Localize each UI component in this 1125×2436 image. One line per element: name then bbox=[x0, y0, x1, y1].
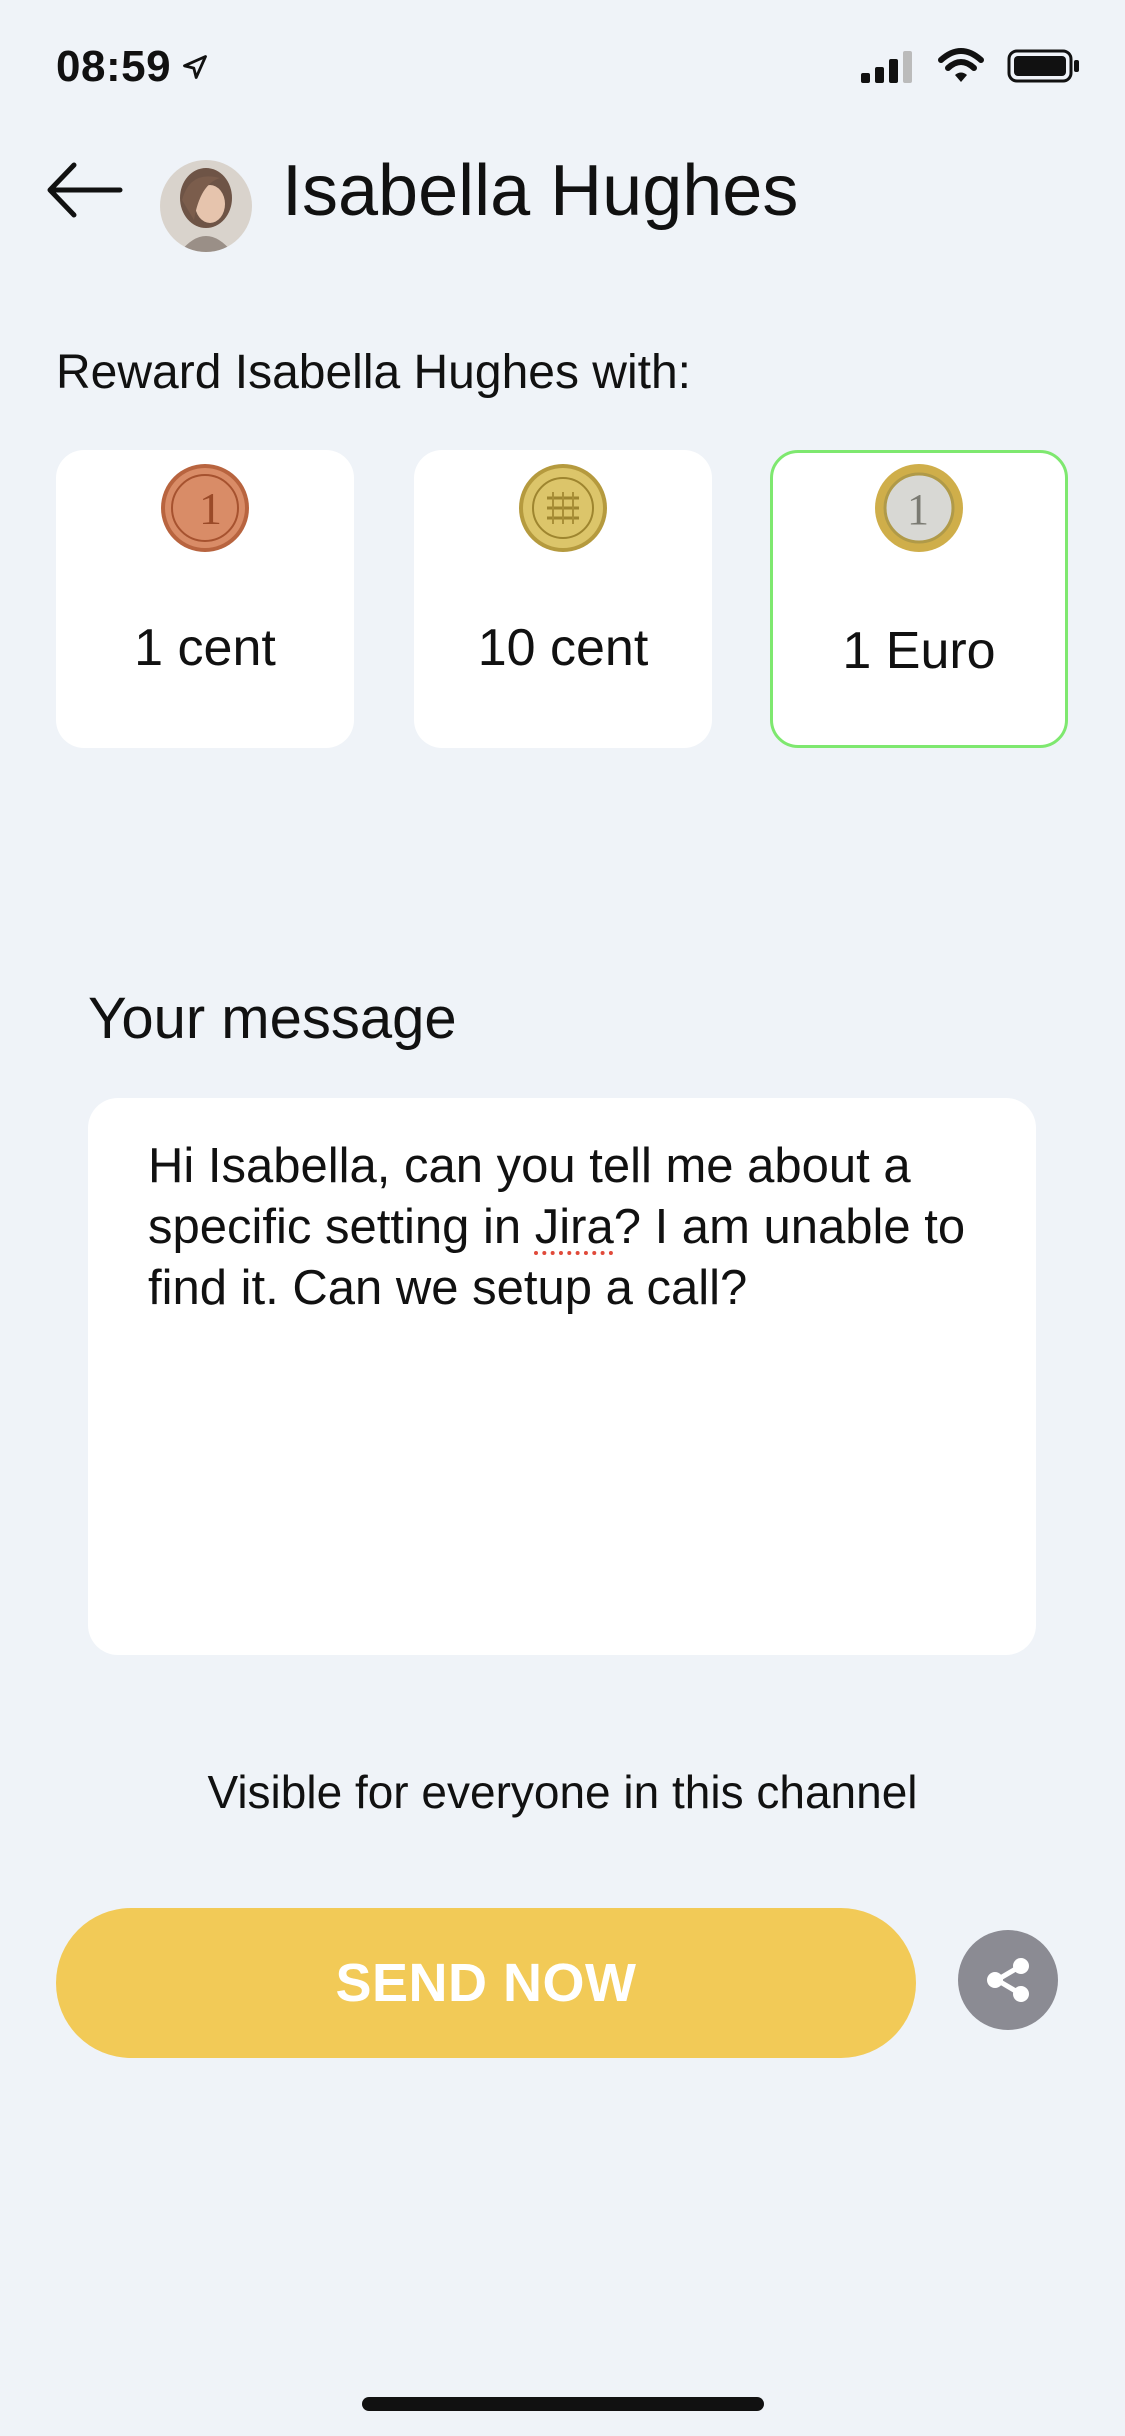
reward-option-label: 10 cent bbox=[477, 619, 649, 677]
copper-coin-icon: 1 bbox=[161, 464, 249, 552]
message-heading: Your message bbox=[88, 986, 457, 1051]
wifi-icon bbox=[938, 48, 984, 82]
arrow-left-icon bbox=[47, 162, 123, 218]
back-button[interactable] bbox=[44, 155, 134, 225]
send-now-button[interactable]: SEND NOW bbox=[56, 1908, 916, 2058]
avatar[interactable] bbox=[160, 160, 252, 252]
reward-label: Reward Isabella Hughes with: bbox=[56, 346, 691, 399]
status-time: 08:59 bbox=[56, 42, 209, 92]
status-icons bbox=[861, 48, 1081, 84]
status-time-text: 08:59 bbox=[56, 42, 172, 91]
home-indicator bbox=[362, 2397, 764, 2411]
send-now-label: SEND NOW bbox=[335, 1953, 637, 2013]
reward-option-1-cent[interactable]: 1 1 cent bbox=[56, 450, 354, 748]
share-icon bbox=[987, 1958, 1029, 2002]
spellcheck-flagged-word: Jira bbox=[534, 1200, 614, 1254]
visibility-note: Visible for everyone in this channel bbox=[207, 1766, 918, 1818]
message-text: Hi Isabella, can you tell me about a spe… bbox=[148, 1136, 976, 1319]
message-textarea[interactable]: Hi Isabella, can you tell me about a spe… bbox=[88, 1098, 1036, 1655]
battery-icon bbox=[1007, 49, 1079, 83]
share-button[interactable] bbox=[958, 1930, 1058, 2030]
euro-coin-icon: 1 bbox=[875, 464, 963, 552]
gold-coin-icon bbox=[519, 464, 607, 552]
location-arrow-icon bbox=[183, 55, 207, 79]
page-title: Isabella Hughes bbox=[282, 151, 799, 231]
reward-option-label: 1 Euro bbox=[842, 622, 996, 680]
reward-option-10-cent[interactable]: 10 cent bbox=[414, 450, 712, 748]
svg-text:1: 1 bbox=[199, 483, 222, 534]
reward-option-label: 1 cent bbox=[134, 619, 276, 677]
avatar-photo bbox=[160, 160, 252, 252]
svg-text:1: 1 bbox=[907, 485, 929, 534]
reward-option-1-euro[interactable]: 1 1 Euro bbox=[770, 450, 1068, 748]
signal-icon bbox=[861, 51, 912, 83]
